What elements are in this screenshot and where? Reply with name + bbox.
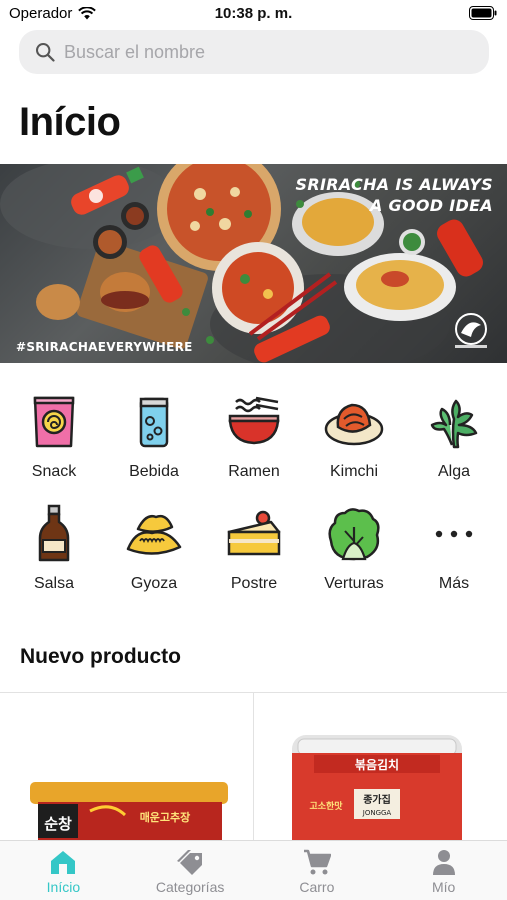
new-products-title: Nuevo producto (20, 645, 181, 668)
tab-mio[interactable]: Mío (380, 841, 507, 900)
product-package-label: 볶음김치 (355, 757, 399, 772)
sauce-bottle-icon (24, 504, 84, 564)
product-card[interactable]: 볶음김치 종가집 JONGGA 고소한맛 (254, 693, 507, 840)
category-kimchi[interactable]: Kimchi (304, 392, 404, 504)
status-bar: Operador 10:38 p. m. (0, 0, 507, 28)
tab-label: Mío (431, 879, 456, 895)
category-verturas[interactable]: Verturas (304, 504, 404, 616)
tab-label: Carro (299, 879, 335, 895)
ramen-bowl-icon (224, 392, 284, 452)
search-bar[interactable] (19, 30, 489, 74)
product-brand-label: 종가집 (363, 793, 391, 806)
category-gyoza[interactable]: Gyoza (104, 504, 204, 616)
category-postre[interactable]: Postre (204, 504, 304, 616)
kimchi-can-image: 볶음김치 종가집 JONGGA 고소한맛 (292, 735, 462, 840)
flying-goose-logo-icon (455, 313, 487, 348)
tab-bar: Início Categorías Carro Mío (0, 840, 507, 900)
category-label: Snack (31, 463, 77, 480)
category-mas[interactable]: Más (404, 504, 504, 616)
product-card[interactable]: 순창 매운고추장 (0, 693, 253, 840)
cart-icon (303, 849, 331, 875)
product-package-sublabel: 매운고추장 (140, 810, 191, 824)
more-dots-icon (424, 504, 484, 564)
cake-slice-icon (224, 504, 284, 564)
banner-tagline-line1: SRIRACHA IS ALWAYS (295, 175, 493, 194)
snack-bag-icon (24, 392, 84, 452)
gyoza-icon (124, 504, 184, 564)
category-label: Bebida (129, 463, 179, 480)
tab-categorias[interactable]: Categorías (127, 841, 254, 900)
category-label: Más (438, 575, 470, 592)
svg-text:고소한맛: 고소한맛 (309, 800, 343, 812)
promo-banner[interactable]: SRIRACHA IS ALWAYS A GOOD IDEA #SRIRACHA… (0, 164, 507, 363)
home-icon (51, 851, 76, 874)
product-brand-en-label: JONGGA (362, 809, 392, 817)
category-label: Ramen (228, 463, 280, 480)
banner-tagline-line2: A GOOD IDEA (370, 196, 493, 215)
banner-tagline: SRIRACHA IS ALWAYS A GOOD IDEA (296, 174, 493, 216)
category-snack[interactable]: Snack (4, 392, 104, 504)
category-label: Alga (437, 463, 471, 480)
page-title: Início (19, 100, 121, 144)
gochujang-tub-image: 순창 매운고추장 (30, 782, 228, 840)
kimchi-plate-icon (324, 392, 384, 452)
category-label: Kimchi (329, 463, 378, 480)
category-alga[interactable]: Alga (404, 392, 504, 504)
tab-label: Início (46, 879, 81, 895)
person-icon (432, 850, 455, 875)
banner-hashtag: #SRIRACHAEVERYWHERE (16, 340, 193, 354)
tab-inicio[interactable]: Início (0, 841, 127, 900)
tab-carro[interactable]: Carro (254, 841, 381, 900)
battery-icon (469, 6, 497, 25)
search-icon (36, 43, 55, 62)
search-input[interactable] (64, 41, 464, 63)
category-ramen[interactable]: Ramen (204, 392, 304, 504)
drink-can-icon (124, 392, 184, 452)
category-label: Postre (230, 575, 278, 592)
category-bebida[interactable]: Bebida (104, 392, 204, 504)
category-grid: Snack Bebida Ramen Kimchi Alga Salsa Gyo… (0, 392, 507, 616)
category-label: Verturas (324, 575, 384, 592)
category-label: Salsa (33, 575, 75, 592)
category-salsa[interactable]: Salsa (4, 504, 104, 616)
tab-label: Categorías (155, 879, 225, 895)
status-time: 10:38 p. m. (214, 5, 293, 22)
seaweed-icon (424, 392, 484, 452)
lettuce-icon (324, 504, 384, 564)
category-label: Gyoza (130, 575, 178, 592)
product-package-label: 순창 (44, 815, 72, 833)
tag-icon (177, 850, 203, 875)
